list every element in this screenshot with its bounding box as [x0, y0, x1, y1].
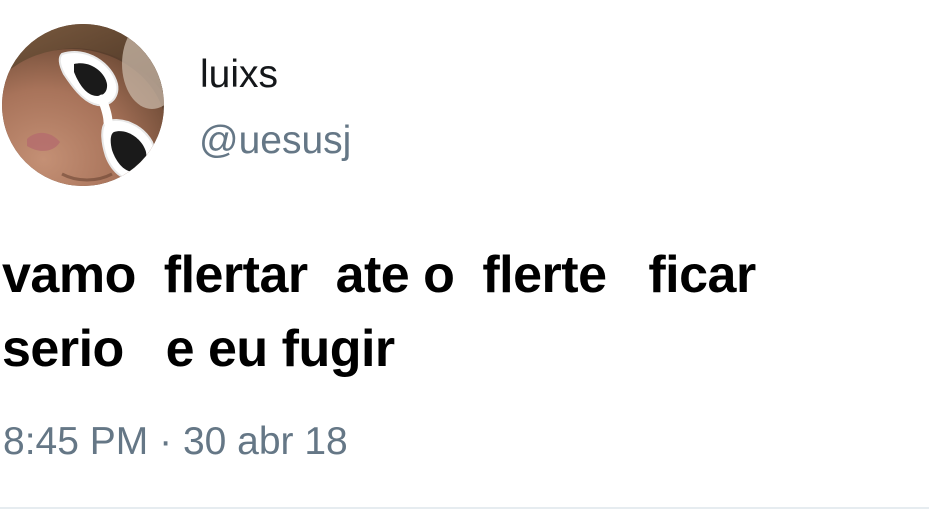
tweet-word: ficar — [648, 246, 756, 304]
tweet-word: serio — [2, 320, 124, 378]
timestamp-date: 30 abr 18 — [182, 420, 348, 463]
tweet-timestamp[interactable]: 8:45 PM · 30 abr 18 — [3, 418, 348, 466]
tweet-text-line-1: vamo flertar ate o flerte ficar — [2, 238, 929, 312]
tweet-word: flertar — [163, 246, 308, 304]
tweet-word: flerte — [482, 246, 607, 304]
tweet-text-line-2: serio e eu fugir — [2, 312, 929, 386]
divider — [0, 507, 929, 509]
avatar-photo-icon — [2, 24, 164, 186]
tweet-word: e eu fugir — [165, 320, 396, 378]
tweet-card: luixs @uesusj vamo flertar ate o flerte … — [0, 0, 929, 515]
tweet-text: vamo flertar ate o flerte ficar serio e e… — [2, 238, 929, 386]
user-handle[interactable]: @uesusj — [199, 118, 351, 164]
timestamp-time: 8:45 PM — [3, 420, 149, 463]
tweet-word: ate o — [335, 246, 455, 304]
display-name[interactable]: luixs — [200, 52, 278, 98]
tweet-word: vamo — [2, 246, 136, 304]
avatar[interactable] — [2, 24, 164, 186]
timestamp-separator: · — [159, 420, 173, 463]
